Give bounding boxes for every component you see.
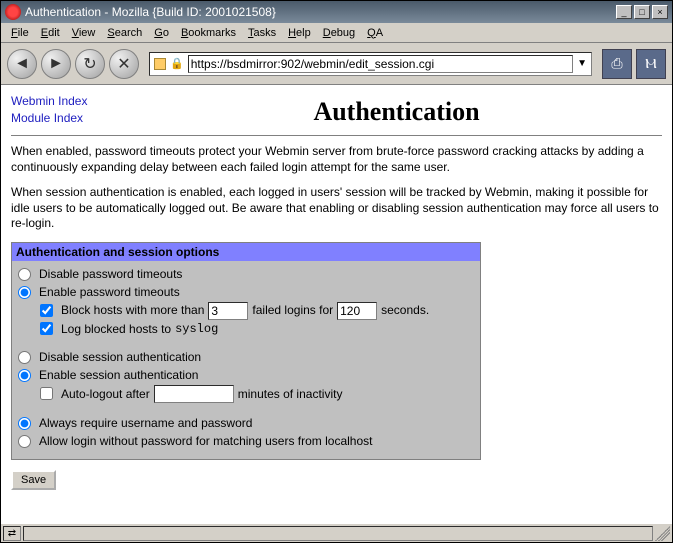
menu-file[interactable]: File bbox=[5, 25, 35, 41]
app-icon bbox=[5, 4, 21, 20]
input-auto-logout-minutes[interactable] bbox=[154, 385, 234, 403]
menu-view[interactable]: View bbox=[66, 25, 102, 41]
label-block-mid: failed logins for bbox=[252, 302, 333, 319]
stop-icon: ✕ bbox=[117, 54, 130, 74]
forward-arrow-icon: ► bbox=[48, 55, 64, 73]
radio-enable-password-timeouts[interactable] bbox=[18, 286, 31, 299]
back-arrow-icon: ◄ bbox=[14, 55, 30, 73]
menu-tasks[interactable]: Tasks bbox=[242, 25, 282, 41]
print-icon: ⎙ bbox=[611, 55, 622, 72]
resize-grip[interactable] bbox=[655, 526, 670, 541]
mozilla-icon: Ⲙ bbox=[645, 55, 656, 72]
save-button[interactable]: Save bbox=[11, 470, 56, 490]
minimize-button[interactable]: _ bbox=[616, 5, 632, 19]
status-text bbox=[23, 526, 653, 541]
radio-disable-session-auth[interactable] bbox=[18, 351, 31, 364]
reload-icon: ↻ bbox=[83, 54, 96, 74]
url-bar[interactable]: 🔒 ▼ bbox=[149, 52, 592, 76]
label-allow-localhost: Allow login without password for matchin… bbox=[39, 433, 372, 450]
menu-search[interactable]: Search bbox=[101, 25, 148, 41]
status-bar: ⇄ bbox=[1, 523, 672, 542]
radio-disable-password-timeouts[interactable] bbox=[18, 268, 31, 281]
window-titlebar: Authentication - Mozilla {Build ID: 2001… bbox=[1, 1, 672, 23]
label-always-require: Always require username and password bbox=[39, 415, 252, 432]
status-offline-icon[interactable]: ⇄ bbox=[3, 526, 21, 541]
url-input[interactable] bbox=[188, 55, 573, 73]
page-title: Authentication bbox=[131, 97, 662, 127]
label-auto-logout-prefix: Auto-logout after bbox=[61, 386, 150, 403]
window-title: Authentication - Mozilla {Build ID: 2001… bbox=[25, 5, 616, 19]
url-dropdown-icon[interactable]: ▼ bbox=[577, 58, 587, 69]
options-header: Authentication and session options bbox=[12, 243, 480, 261]
radio-enable-session-auth[interactable] bbox=[18, 369, 31, 382]
label-disable-password-timeouts: Disable password timeouts bbox=[39, 266, 182, 283]
radio-always-require[interactable] bbox=[18, 417, 31, 430]
menu-qa[interactable]: QA bbox=[361, 25, 389, 41]
close-button[interactable]: × bbox=[652, 5, 668, 19]
label-auto-logout-suffix: minutes of inactivity bbox=[238, 386, 343, 403]
mozilla-throbber[interactable]: Ⲙ bbox=[636, 49, 666, 79]
label-enable-session-auth: Enable session authentication bbox=[39, 367, 198, 384]
menu-bookmarks[interactable]: Bookmarks bbox=[175, 25, 242, 41]
label-syslog: syslog bbox=[175, 321, 218, 338]
label-block-prefix: Block hosts with more than bbox=[61, 302, 204, 319]
forward-button[interactable]: ► bbox=[41, 49, 71, 79]
checkbox-auto-logout[interactable] bbox=[40, 387, 53, 400]
page-content: Webmin Index Module Index Authentication… bbox=[1, 85, 672, 523]
checkbox-log-blocked[interactable] bbox=[40, 322, 53, 335]
label-enable-password-timeouts: Enable password timeouts bbox=[39, 284, 180, 301]
menu-edit[interactable]: Edit bbox=[35, 25, 66, 41]
intro-paragraph-1: When enabled, password timeouts protect … bbox=[11, 144, 662, 175]
options-box: Authentication and session options Disab… bbox=[11, 242, 481, 460]
link-webmin-index[interactable]: Webmin Index bbox=[11, 93, 131, 110]
toolbar: ◄ ► ↻ ✕ 🔒 ▼ ⎙ Ⲙ bbox=[1, 43, 672, 85]
intro-paragraph-2: When session authentication is enabled, … bbox=[11, 185, 662, 232]
radio-allow-localhost[interactable] bbox=[18, 435, 31, 448]
maximize-button[interactable]: □ bbox=[634, 5, 650, 19]
divider bbox=[11, 135, 662, 136]
menu-go[interactable]: Go bbox=[148, 25, 175, 41]
checkbox-block-hosts[interactable] bbox=[40, 304, 53, 317]
stop-button[interactable]: ✕ bbox=[109, 49, 139, 79]
menu-help[interactable]: Help bbox=[282, 25, 317, 41]
label-log-blocked: Log blocked hosts to bbox=[61, 321, 171, 338]
input-block-tries[interactable] bbox=[208, 302, 248, 320]
print-button[interactable]: ⎙ bbox=[602, 49, 632, 79]
menu-debug[interactable]: Debug bbox=[317, 25, 361, 41]
input-block-seconds[interactable] bbox=[337, 302, 377, 320]
label-disable-session-auth: Disable session authentication bbox=[39, 349, 201, 366]
reload-button[interactable]: ↻ bbox=[75, 49, 105, 79]
lock-icon: 🔒 bbox=[170, 57, 184, 70]
link-module-index[interactable]: Module Index bbox=[11, 110, 131, 127]
nav-links: Webmin Index Module Index bbox=[11, 93, 131, 127]
menu-bar: File Edit View Search Go Bookmarks Tasks… bbox=[1, 23, 672, 43]
back-button[interactable]: ◄ bbox=[7, 49, 37, 79]
bookmark-icon[interactable] bbox=[154, 58, 166, 70]
label-block-suffix: seconds. bbox=[381, 302, 429, 319]
